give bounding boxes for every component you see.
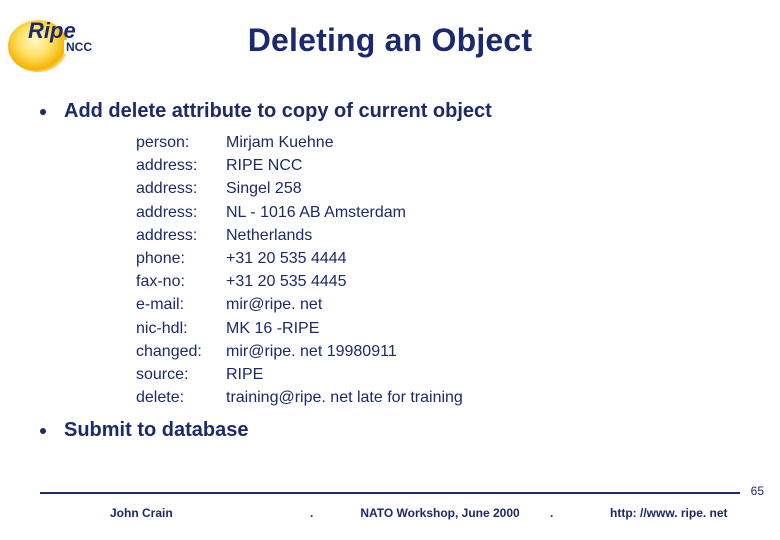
footer-url: http: //www. ripe. net [570, 506, 740, 520]
attr-row: address: RIPE NCC [136, 154, 740, 177]
attr-val: RIPE NCC [226, 154, 740, 177]
attr-val: +31 20 535 4445 [226, 270, 740, 293]
attr-val: RIPE [226, 363, 740, 386]
attr-key: address: [136, 154, 226, 177]
bullet-text-1: Add delete attribute to copy of current … [64, 100, 492, 123]
attr-key: phone: [136, 247, 226, 270]
attr-row: source: RIPE [136, 363, 740, 386]
footer-divider [40, 492, 740, 494]
attr-row: nic-hdl: MK 16 -RIPE [136, 317, 740, 340]
attr-val: mir@ripe. net [226, 293, 740, 316]
attr-val: +31 20 535 4444 [226, 247, 740, 270]
attr-val: NL - 1016 AB Amsterdam [226, 201, 740, 224]
slide: Ripe NCC Deleting an Object Add delete a… [0, 0, 780, 540]
attr-row: e-mail: mir@ripe. net [136, 293, 740, 316]
bullet-text-2: Submit to database [64, 419, 248, 442]
bullet-item: Submit to database [40, 419, 740, 442]
ripe-ncc-logo: Ripe NCC [8, 12, 98, 72]
page-number: 65 [751, 484, 764, 498]
bullet-item: Add delete attribute to copy of current … [40, 100, 740, 123]
attr-key: changed: [136, 340, 226, 363]
attr-row: address: Singel 258 [136, 177, 740, 200]
bullet-icon [40, 109, 46, 115]
attr-key: address: [136, 224, 226, 247]
attr-key: person: [136, 131, 226, 154]
attr-val: MK 16 -RIPE [226, 317, 740, 340]
slide-body: Add delete attribute to copy of current … [40, 100, 740, 450]
attr-val: training@ripe. net late for training [226, 386, 740, 409]
footer-separator: . [550, 506, 570, 520]
attr-row: phone: +31 20 535 4444 [136, 247, 740, 270]
attr-row: fax-no: +31 20 535 4445 [136, 270, 740, 293]
attr-key: source: [136, 363, 226, 386]
attr-val: Netherlands [226, 224, 740, 247]
footer: John Crain . NATO Workshop, June 2000 . … [40, 506, 740, 520]
attr-row: changed: mir@ripe. net 19980911 [136, 340, 740, 363]
attr-row: person: Mirjam Kuehne [136, 131, 740, 154]
footer-event: NATO Workshop, June 2000 [330, 506, 550, 520]
attr-row: address: NL - 1016 AB Amsterdam [136, 201, 740, 224]
attr-key: e-mail: [136, 293, 226, 316]
slide-title: Deleting an Object [0, 0, 780, 59]
footer-separator: . [310, 506, 330, 520]
bullet-icon [40, 428, 46, 434]
attr-val: Mirjam Kuehne [226, 131, 740, 154]
attr-key: nic-hdl: [136, 317, 226, 340]
footer-author: John Crain [40, 506, 310, 520]
attr-row: address: Netherlands [136, 224, 740, 247]
attribute-block: person: Mirjam Kuehne address: RIPE NCC … [136, 131, 740, 409]
logo-sub-text: NCC [64, 40, 94, 54]
attr-key: fax-no: [136, 270, 226, 293]
attr-key: address: [136, 201, 226, 224]
attr-val: mir@ripe. net 19980911 [226, 340, 740, 363]
attr-key: address: [136, 177, 226, 200]
attr-row: delete: training@ripe. net late for trai… [136, 386, 740, 409]
attr-key: delete: [136, 386, 226, 409]
attr-val: Singel 258 [226, 177, 740, 200]
